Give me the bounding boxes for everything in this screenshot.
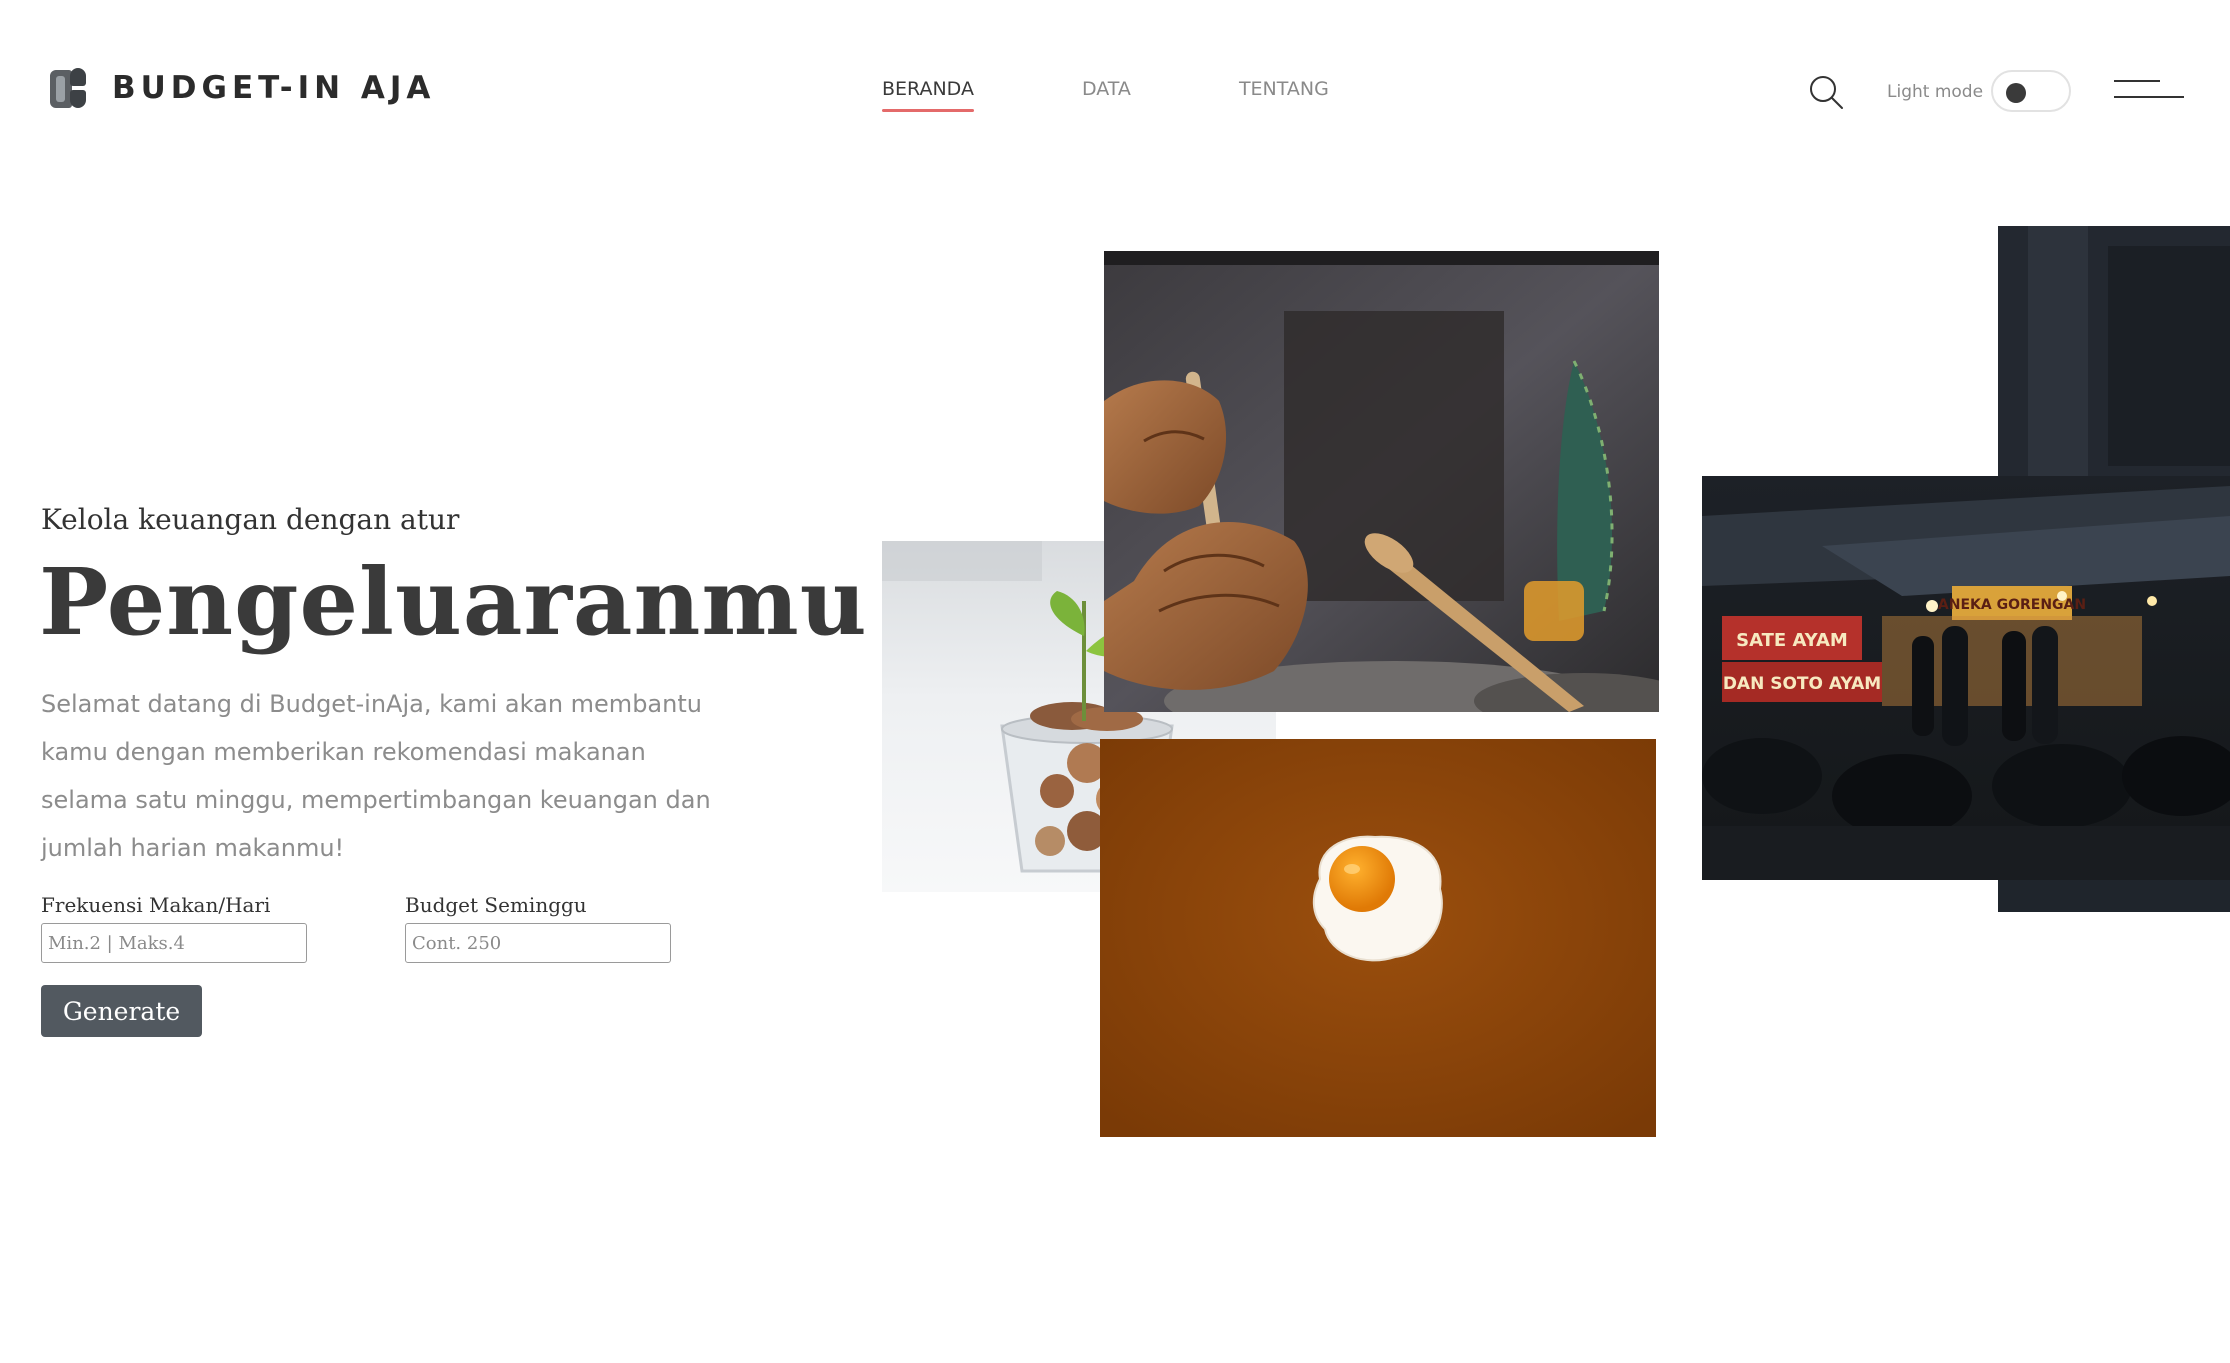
fried-egg-image [1100, 739, 1656, 1137]
sign-bottom-text: DAN SOTO AYAM [1723, 674, 1881, 694]
nav-beranda[interactable]: BERANDA [882, 78, 974, 112]
night-market-stall-image: SATE AYAM DAN SOTO AYAM ANEKA GORENGAN [1702, 476, 2230, 880]
toggle-knob [2006, 83, 2026, 103]
main-nav: BERANDA DATA TENTANG [882, 78, 1329, 112]
hero-description: Selamat datang di Budget-inAja, kami aka… [41, 690, 711, 862]
logo[interactable]: BUDGET-IN AJA [50, 66, 435, 110]
generate-button[interactable]: Generate [41, 985, 202, 1037]
light-mode-toggle[interactable] [1991, 70, 2071, 112]
page: BUDGET-IN AJA BERANDA DATA TENTANG Light… [0, 0, 2230, 1363]
cooking-hands-image [1104, 251, 1659, 712]
budget-label: Budget Seminggu [405, 893, 587, 917]
budget-logo-icon [50, 66, 86, 110]
budget-field: Budget Seminggu [405, 893, 671, 963]
sign-top-text: SATE AYAM [1736, 630, 1848, 651]
frequency-field: Frekuensi Makan/Hari [41, 893, 307, 963]
hamburger-menu-icon[interactable] [2114, 78, 2184, 104]
logo-text: BUDGET-IN AJA [112, 70, 436, 106]
search-icon[interactable] [1808, 74, 1844, 110]
light-mode-label: Light mode [1887, 82, 1984, 102]
nav-tentang[interactable]: TENTANG [1239, 78, 1329, 100]
hero-eyebrow: Kelola keuangan dengan atur [41, 503, 460, 536]
budget-input[interactable] [405, 923, 671, 963]
frequency-input[interactable] [41, 923, 307, 963]
frequency-label: Frekuensi Makan/Hari [41, 893, 271, 917]
hero-title: Pengeluaranmu [39, 548, 868, 656]
nav-data[interactable]: DATA [1082, 78, 1131, 100]
